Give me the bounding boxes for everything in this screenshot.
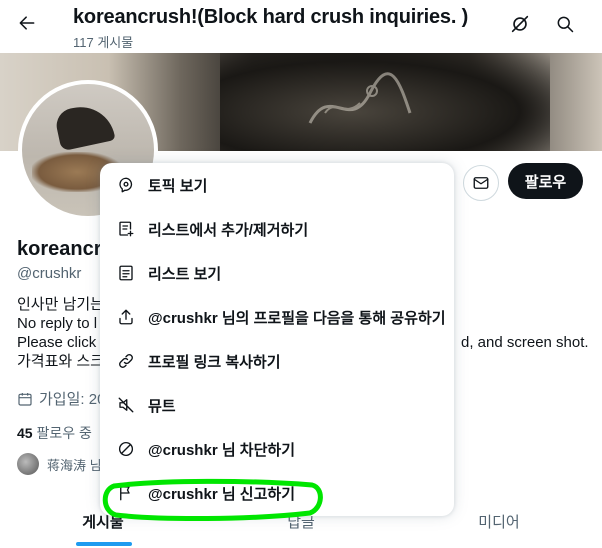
envelope-icon: [472, 174, 490, 192]
menu-item-label: @crushkr 님의 프로필을 다음을 통해 공유하기: [148, 309, 446, 327]
block-icon: [116, 439, 136, 459]
follower-avatar: [17, 453, 39, 475]
profile-handle: @crushkr: [17, 265, 82, 282]
post-count: 117 게시물: [73, 35, 134, 50]
profile-header-title-block: koreancrush!(Block hard crush inquiries.…: [73, 6, 468, 51]
mute-icon: [116, 395, 136, 415]
message-button[interactable]: [463, 165, 499, 201]
menu-item-label: @crushkr 님 신고하기: [148, 485, 295, 503]
avatar-shoe: [53, 100, 116, 152]
joined-date: 가입일: 20: [17, 388, 105, 409]
menu-item-label: 리스트 보기: [148, 265, 222, 283]
followed-by-text: 蒋海涛 님: [47, 457, 102, 473]
grok-icon[interactable]: [507, 11, 533, 37]
bio-right-fragment: d, and screen shot.: [461, 334, 589, 351]
topic-icon: [116, 175, 136, 195]
following-count: 45: [17, 425, 33, 441]
menu-item-label: 프로필 링크 복사하기: [148, 353, 281, 371]
banner-dragon-embroidery: [308, 72, 412, 124]
menu-item-add-remove-lists[interactable]: 리스트에서 추가/제거하기: [100, 207, 454, 251]
profile-name: koreancr: [17, 238, 102, 260]
calendar-icon: [17, 391, 33, 407]
menu-item-copy-link[interactable]: 프로필 링크 복사하기: [100, 339, 454, 383]
menu-item-label: 뮤트: [148, 397, 176, 415]
menu-item-label: 리스트에서 추가/제거하기: [148, 221, 309, 239]
list-add-icon: [116, 219, 136, 239]
link-icon: [116, 351, 136, 371]
menu-item-share-profile[interactable]: @crushkr 님의 프로필을 다음을 통해 공유하기: [100, 295, 454, 339]
joined-text: 가입일: 20: [39, 391, 106, 408]
menu-item-report[interactable]: @crushkr 님 신고하기: [100, 471, 454, 515]
follow-button[interactable]: 팔로우: [508, 163, 583, 199]
flag-icon: [116, 483, 136, 503]
share-icon: [116, 307, 136, 327]
menu-item-view-lists[interactable]: 리스트 보기: [100, 251, 454, 295]
back-arrow-icon[interactable]: [12, 8, 42, 38]
menu-item-mute[interactable]: 뮤트: [100, 383, 454, 427]
page-title: koreancrush!(Block hard crush inquiries.…: [73, 6, 469, 28]
following-link[interactable]: 45 팔로우 중: [17, 423, 92, 443]
top-bar: koreancrush!(Block hard crush inquiries.…: [0, 0, 602, 53]
menu-item-label: 토픽 보기: [148, 177, 208, 195]
menu-item-view-topics[interactable]: 토픽 보기: [100, 163, 454, 207]
menu-item-label: @crushkr 님 차단하기: [148, 441, 295, 459]
search-icon[interactable]: [552, 11, 578, 37]
more-options-menu: 토픽 보기 리스트에서 추가/제거하기 리스트 보기 @crushkr 님의 프…: [100, 163, 454, 516]
active-tab-indicator: [76, 542, 132, 546]
list-icon: [116, 263, 136, 283]
followed-by[interactable]: 蒋海涛 님: [17, 453, 102, 475]
following-label: 팔로우 중: [36, 425, 92, 441]
menu-item-block[interactable]: @crushkr 님 차단하기: [100, 427, 454, 471]
